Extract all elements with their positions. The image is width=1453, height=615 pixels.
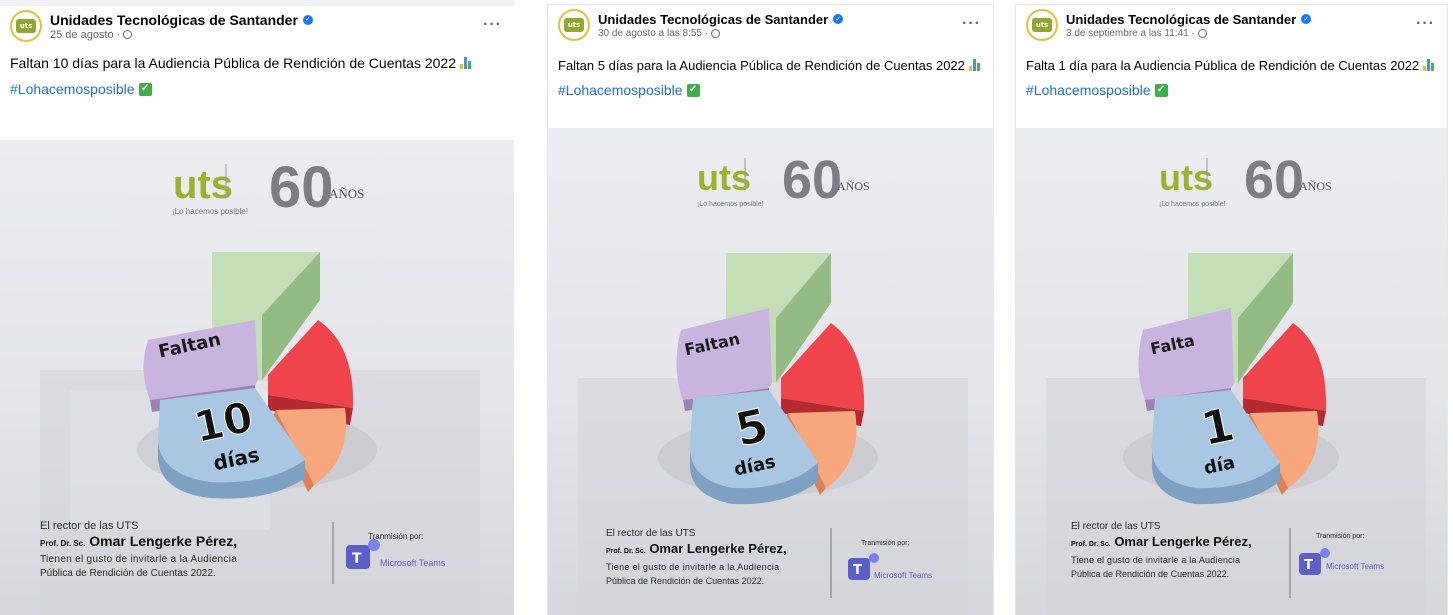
check-mark-emoji-icon: ✓: [686, 83, 700, 97]
slogan: ¡Lo hacemos posible!: [1159, 201, 1226, 208]
invite-line-1: Tiene el gusto de invitarle a la Audienc…: [1071, 555, 1241, 565]
rector-line: Prof. Dr. Sc. Omar Lengerke Pérez,: [1071, 534, 1252, 549]
name-row: Unidades Tecnológicas de Santander ✓: [50, 12, 313, 28]
svg-text:T: T: [853, 563, 862, 578]
globe-icon: [1197, 28, 1207, 38]
post-meta: Unidades Tecnológicas de Santander ✓ 30 …: [598, 12, 844, 39]
post-card: uts Unidades Tecnológicas de Santander ✓…: [547, 4, 994, 615]
post-date[interactable]: 25 de agosto ·: [50, 29, 120, 41]
invite-line-2: Pública de Rendición de Cuentas 2022.: [40, 568, 216, 579]
rector-intro: El rector de las UTS: [606, 528, 696, 539]
hashtag-link[interactable]: #Lohacemosposible: [1026, 79, 1151, 101]
invite-line-2: Pública de Rendición de Cuentas 2022.: [1071, 569, 1230, 579]
page-avatar[interactable]: uts: [1026, 9, 1058, 41]
uts-logo-icon: uts: [16, 19, 36, 33]
slogan: ¡Lo hacemos posible!: [697, 201, 764, 208]
anniversary-number: 60: [269, 155, 334, 220]
page-name[interactable]: Unidades Tecnológicas de Santander: [50, 12, 298, 28]
bar-chart-emoji-icon: [968, 59, 981, 71]
slogan: ¡Lo hacemos posible!: [172, 207, 248, 216]
rector-line: Prof. Dr. Sc. Omar Lengerke Pérez,: [606, 541, 787, 556]
post-card: uts Unidades Tecnológicas de Santander ✓…: [1015, 4, 1448, 615]
bar-chart-emoji-icon: [1423, 59, 1435, 71]
post-image[interactable]: uts 60 AÑOS ¡Lo hacemos posible! Faltan …: [548, 128, 993, 615]
logo-uts-text: uts: [1159, 157, 1213, 198]
post-body: Faltan 10 días para la Audiencia Pública…: [10, 55, 456, 71]
platform-name: Microsoft Teams: [380, 558, 446, 568]
rector-intro: El rector de las UTS: [40, 520, 139, 532]
logo-uts-text: uts: [697, 157, 751, 198]
verified-badge-icon: ✓: [1301, 14, 1312, 24]
page-avatar[interactable]: uts: [558, 9, 590, 41]
post-meta: Unidades Tecnológicas de Santander ✓ 25 …: [50, 12, 313, 41]
post-image[interactable]: uts 60 AÑOS ¡Lo hacemos posible! Faltan …: [0, 140, 514, 615]
page-name[interactable]: Unidades Tecnológicas de Santander: [598, 12, 828, 27]
more-options-button[interactable]: ···: [483, 16, 502, 34]
anniversary-number: 60: [1244, 150, 1304, 210]
svg-text:T: T: [352, 551, 362, 567]
post-text: Faltan 5 días para la Audiencia Pública …: [548, 55, 993, 77]
platform-name: Microsoft Teams: [874, 571, 933, 580]
verified-badge-icon: ✓: [302, 14, 313, 25]
check-mark-emoji-icon: ✓: [1154, 83, 1168, 97]
rector-name: Omar Lengerke Pérez,: [89, 533, 238, 549]
anniversary-number: 60: [782, 150, 842, 210]
post-header: uts Unidades Tecnológicas de Santander ✓…: [0, 6, 514, 46]
svg-text:T: T: [1304, 558, 1313, 573]
invite-line-2: Pública de Rendición de Cuentas 2022.: [606, 576, 765, 586]
hashtag-row: #Lohacemosposible ✓: [0, 78, 514, 100]
page-avatar[interactable]: uts: [10, 10, 42, 42]
rector-name: Omar Lengerke Pérez,: [1114, 534, 1252, 549]
broadcast-label: Tranmisión por:: [368, 532, 424, 541]
more-options-button[interactable]: ···: [962, 15, 981, 33]
post-body: Faltan 5 días para la Audiencia Pública …: [558, 58, 965, 73]
bar-chart-emoji-icon: [459, 57, 472, 69]
broadcast-label: Tranmisión por:: [1316, 533, 1365, 540]
hashtag-row: #Lohacemosposible ✓: [1016, 79, 1447, 101]
uts-logo-icon: uts: [564, 18, 584, 32]
uts-logo-icon: uts: [1032, 18, 1052, 32]
post-body: Falta 1 día para la Audiencia Pública de…: [1026, 58, 1420, 73]
post-timestamp[interactable]: 25 de agosto ·: [50, 29, 313, 41]
rector-line: Prof. Dr. Sc. Omar Lengerke Pérez,: [40, 533, 237, 549]
page-name[interactable]: Unidades Tecnológicas de Santander: [1066, 12, 1296, 27]
hashtag-row: #Lohacemosposible ✓: [548, 79, 993, 101]
rector-name: Omar Lengerke Pérez,: [649, 541, 787, 556]
hashtag-link[interactable]: #Lohacemosposible: [10, 78, 135, 100]
post-text: Falta 1 día para la Audiencia Pública de…: [1016, 55, 1447, 77]
post-meta: Unidades Tecnológicas de Santander ✓ 3 d…: [1066, 12, 1312, 39]
more-options-button[interactable]: ···: [1416, 15, 1435, 33]
post-date[interactable]: 30 de agosto a las 8:55 ·: [598, 28, 708, 39]
post-date[interactable]: 3 de septiembre a las 11:41 ·: [1066, 28, 1195, 39]
verified-badge-icon: ✓: [833, 14, 844, 24]
rector-title: Prof. Dr. Sc.: [40, 539, 86, 548]
logo-uts-text: uts: [173, 163, 233, 207]
invite-line-1: Tienen el gusto de invitarle a la Audien…: [40, 554, 238, 565]
platform-name: Microsoft Teams: [1326, 562, 1385, 571]
broadcast-label: Tranmisión por:: [861, 540, 910, 547]
post-header: uts Unidades Tecnológicas de Santander ✓…: [548, 5, 993, 45]
anniversary-word: AÑOS: [837, 179, 870, 193]
rector-title: Prof. Dr. Sc.: [606, 548, 646, 555]
post-text: Faltan 10 días para la Audiencia Pública…: [0, 52, 514, 74]
anniversary-word: AÑOS: [1299, 179, 1332, 193]
hashtag-link[interactable]: #Lohacemosposible: [558, 79, 683, 101]
rector-title: Prof. Dr. Sc.: [1071, 541, 1111, 548]
globe-icon: [123, 30, 133, 39]
check-mark-emoji-icon: ✓: [138, 82, 152, 96]
name-row: Unidades Tecnológicas de Santander ✓: [598, 12, 844, 27]
name-row: Unidades Tecnológicas de Santander ✓: [1066, 12, 1312, 27]
rector-intro: El rector de las UTS: [1071, 521, 1161, 532]
post-header: uts Unidades Tecnológicas de Santander ✓…: [1016, 5, 1447, 45]
invite-line-1: Tiene el gusto de invitarle a la Audienc…: [606, 562, 780, 572]
globe-icon: [711, 28, 721, 38]
post-timestamp[interactable]: 30 de agosto a las 8:55 ·: [598, 28, 843, 39]
anniversary-word: AÑOS: [329, 186, 364, 201]
post-timestamp[interactable]: 3 de septiembre a las 11:41 ·: [1066, 28, 1311, 39]
post-image[interactable]: uts 60 AÑOS ¡Lo hacemos posible! Falta 1…: [1016, 128, 1447, 615]
post-card: uts Unidades Tecnológicas de Santander ✓…: [0, 0, 514, 615]
